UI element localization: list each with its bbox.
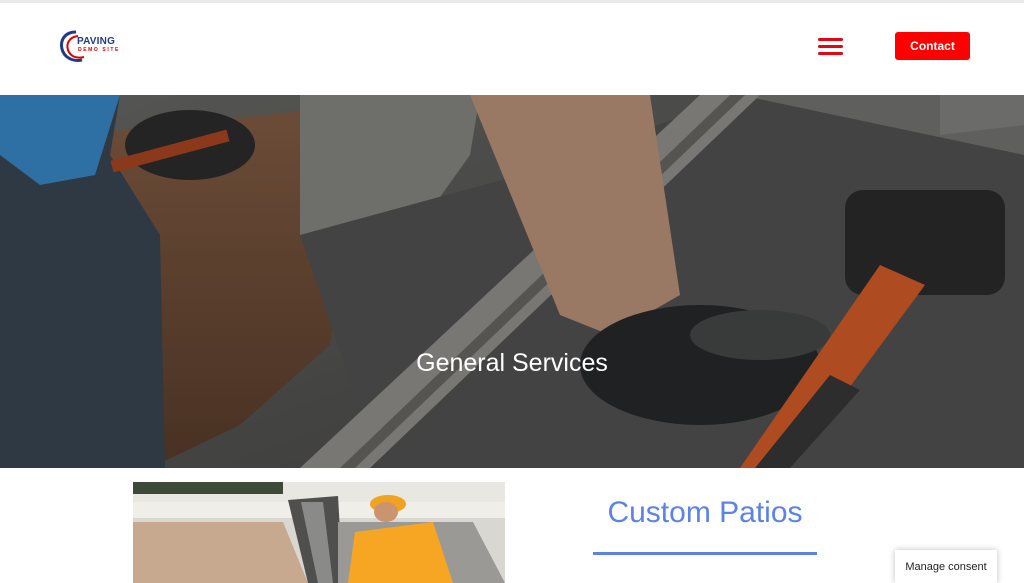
custom-patios-image [133,482,505,583]
manage-consent-button[interactable]: Manage consent [895,550,997,583]
site-logo[interactable]: PAVING DEMO SITE [58,29,138,65]
patio-worker-image [133,482,505,583]
logo-text-demo-site: DEMO SITE [78,47,120,53]
hero-banner: General Services [0,95,1024,468]
site-header: PAVING DEMO SITE Contact [0,3,1024,95]
logo-text-paving: PAVING [77,36,116,47]
hero-title: General Services [416,349,608,377]
contact-button[interactable]: Contact [895,32,970,60]
service-title: Custom Patios [607,496,803,529]
hamburger-menu-icon[interactable] [818,38,843,57]
service-title-divider [593,552,817,555]
hero-background-image [0,95,1024,468]
